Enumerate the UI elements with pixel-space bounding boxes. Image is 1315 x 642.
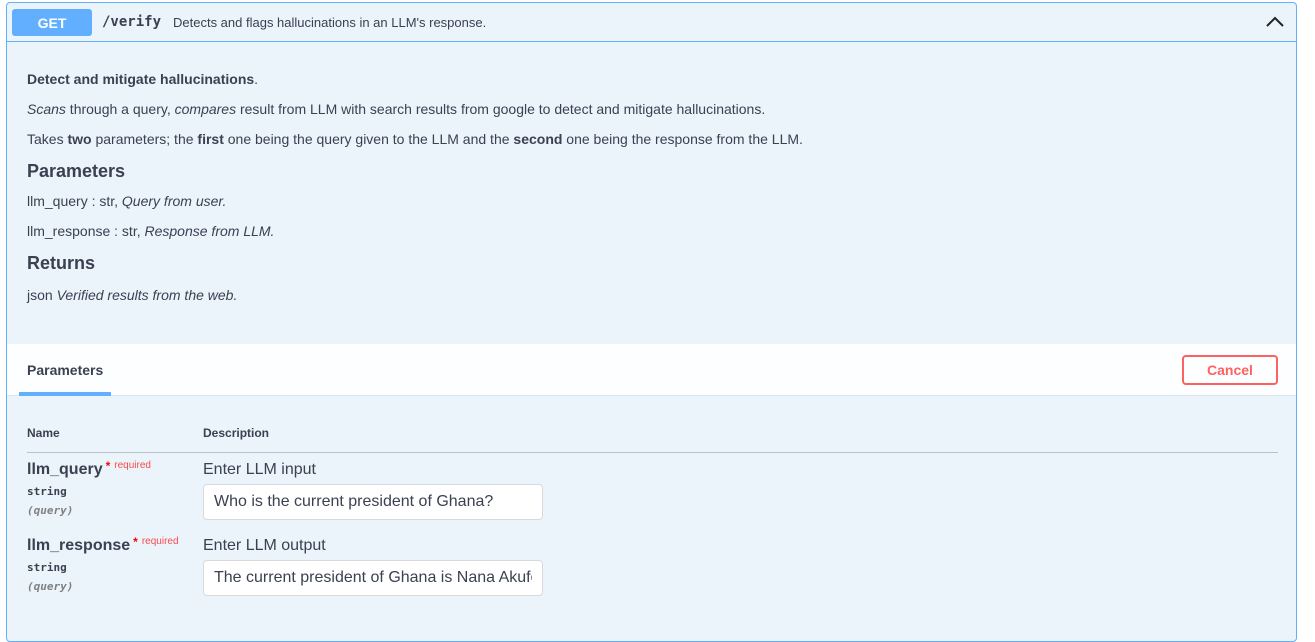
- parameters-doc-heading: Parameters: [27, 161, 126, 181]
- required-label: required: [141, 536, 179, 547]
- operation-summary[interactable]: GET /verify Detects and flags hallucinat…: [7, 3, 1296, 42]
- required-label: required: [114, 460, 151, 471]
- tab-parameters-label: Parameters: [27, 362, 104, 378]
- doc-param-name: llm_response : str,: [27, 223, 145, 239]
- method-badge: GET: [12, 9, 92, 36]
- doc-param-name: llm_query : str,: [27, 193, 122, 209]
- doc-param-desc: Response from LLM.: [144, 223, 275, 239]
- heading-period: .: [254, 71, 259, 87]
- bold-second: second: [513, 131, 563, 147]
- param-location: (query): [27, 580, 74, 593]
- returns-type: json: [27, 287, 57, 303]
- param-location: (query): [27, 504, 74, 517]
- param-type: string: [27, 485, 67, 498]
- text-through: through a query,: [65, 101, 175, 117]
- operation-description: Detect and mitigate hallucinations. Scan…: [27, 69, 1277, 305]
- em-compares: compares: [174, 101, 237, 117]
- param-description: Enter LLM output: [203, 537, 326, 554]
- param-name-text: llm_response: [27, 537, 131, 554]
- param-name: llm_query * required: [27, 459, 151, 479]
- column-description-header: Description: [203, 426, 270, 440]
- llm-query-input[interactable]: [203, 484, 543, 520]
- description-heading-line: Detect and mitigate hallucinations.: [27, 69, 1277, 89]
- doc-returns: json Verified results from the web.: [27, 285, 1277, 305]
- param-type: string: [27, 561, 67, 574]
- tab-parameters[interactable]: Parameters: [19, 344, 111, 396]
- param-description: Enter LLM input: [203, 461, 316, 478]
- param-name: llm_response * required: [27, 535, 179, 555]
- summary-description: Detects and flags hallucinations in an L…: [173, 15, 487, 30]
- endpoint-path: /verify: [102, 14, 162, 30]
- llm-response-input[interactable]: [203, 560, 543, 596]
- chevron-up-icon[interactable]: [1264, 11, 1286, 33]
- table-row: llm_response * required string (query) Ent…: [27, 535, 1278, 607]
- operation-block: GET /verify Detects and flags hallucinat…: [6, 2, 1297, 642]
- text-being: one being the query given to the LLM and…: [223, 131, 514, 147]
- description-heading: Detect and mitigate hallucinations: [27, 71, 255, 87]
- required-star: *: [105, 459, 111, 473]
- doc-param-llm-query: llm_query : str, Query from user.: [27, 191, 1277, 211]
- bold-first: first: [197, 131, 224, 147]
- text-result: result from LLM with search results from…: [236, 101, 766, 117]
- description-line-takes: Takes two parameters; the first one bein…: [27, 129, 1277, 149]
- returns-doc-heading: Returns: [27, 253, 96, 273]
- parameters-section-header: Parameters Cancel: [7, 344, 1296, 396]
- param-name-text: llm_query: [27, 461, 103, 478]
- doc-param-llm-response: llm_response : str, Response from LLM.: [27, 221, 1277, 241]
- column-name-header: Name: [27, 426, 60, 440]
- required-star: *: [133, 535, 138, 549]
- text-takes: Takes: [27, 131, 68, 147]
- returns-desc: Verified results from the web.: [56, 287, 238, 303]
- parameters-table-header: Name Description: [27, 426, 1278, 453]
- cancel-button[interactable]: Cancel: [1182, 355, 1278, 385]
- table-row: llm_query * required string (query) Enter …: [27, 459, 1278, 531]
- bold-two: two: [67, 131, 92, 147]
- text-params: parameters; the: [91, 131, 198, 147]
- description-line-scans: Scans through a query, compares result f…: [27, 99, 1277, 119]
- doc-param-desc: Query from user.: [121, 193, 227, 209]
- em-scans: Scans: [27, 101, 66, 117]
- text-response: one being the response from the LLM.: [562, 131, 803, 147]
